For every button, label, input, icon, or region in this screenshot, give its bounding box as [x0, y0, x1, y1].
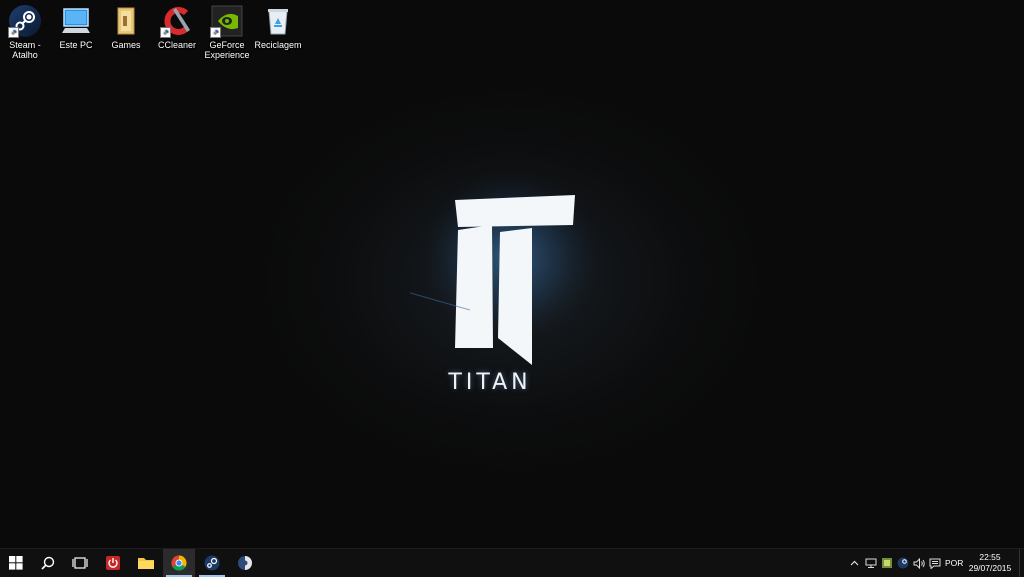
tray-network[interactable]: [864, 549, 878, 577]
shortcut-arrow-icon: ➚: [210, 27, 221, 38]
power-app-icon: [106, 556, 120, 570]
computer-icon: [59, 4, 93, 38]
desktop-icon-label: GeForce Experience: [204, 40, 250, 60]
chrome-icon: [171, 555, 187, 571]
nvidia-icon: ➚: [210, 4, 244, 38]
taskbar-app-chrome[interactable]: [163, 549, 195, 577]
steam-icon: ➚: [8, 4, 42, 38]
clock-time: 22:55: [979, 552, 1001, 562]
wallpaper-text: TITAN: [448, 370, 532, 395]
speaker-icon: [913, 557, 925, 569]
desktop-icon-label: CCleaner: [157, 40, 197, 50]
taskbar-app-power[interactable]: [97, 549, 129, 577]
input-language-indicator[interactable]: POR: [945, 549, 963, 577]
search-icon: [41, 556, 55, 570]
titan-logo-mark: [399, 170, 610, 365]
desktop-icon-label: Reciclagem: [254, 40, 302, 50]
desktop-icon-ccleaner[interactable]: ➚ CCleaner: [152, 2, 202, 50]
clock[interactable]: 22:55 29/07/2015: [966, 552, 1014, 574]
ccleaner-icon: ➚: [160, 4, 194, 38]
app-icon: [238, 556, 252, 570]
steam-icon: [204, 555, 220, 571]
tray-steam[interactable]: [896, 549, 910, 577]
windows-start-icon: [9, 556, 23, 570]
taskbar-app-file-explorer[interactable]: [130, 549, 162, 577]
desktop-icon-label: Este PC: [59, 40, 93, 50]
desktop-icon-label: Steam - Atalho: [9, 40, 41, 60]
taskbar: POR 22:55 29/07/2015: [0, 548, 1024, 577]
start-button[interactable]: [0, 549, 32, 577]
desktop-icon-games[interactable]: Games: [101, 2, 151, 50]
desktop-icon-este-pc[interactable]: Este PC: [51, 2, 101, 50]
steam-icon: [897, 557, 909, 569]
search-button[interactable]: [32, 549, 64, 577]
shortcut-arrow-icon: ➚: [160, 27, 171, 38]
desktop-icon-label: Games: [111, 40, 141, 50]
desktop-icon-reciclagem[interactable]: Reciclagem: [253, 2, 303, 50]
recycle-bin-icon: [261, 4, 295, 38]
gpu-monitor-icon: [882, 558, 892, 568]
show-desktop-button[interactable]: [1019, 549, 1024, 577]
task-view-icon: [72, 557, 88, 569]
desktop[interactable]: ➚ Steam - Atalho Este PC Games ➚ CCleane…: [0, 0, 1024, 548]
tray-volume[interactable]: [912, 549, 926, 577]
tray-overflow-button[interactable]: [848, 549, 860, 577]
desktop-icon-geforce-experience[interactable]: ➚ GeForce Experience: [202, 2, 252, 60]
network-icon: [865, 558, 877, 568]
chevron-up-icon: [850, 560, 858, 566]
shortcut-arrow-icon: ➚: [8, 27, 19, 38]
notification-icon: [929, 558, 941, 569]
folder-icon: [109, 4, 143, 38]
desktop-icon-steam[interactable]: ➚ Steam - Atalho: [0, 2, 50, 60]
file-explorer-icon: [138, 558, 154, 569]
tray-action-center[interactable]: [928, 549, 942, 577]
taskbar-app-steam[interactable]: [196, 549, 228, 577]
tray-gpu-app[interactable]: [880, 549, 894, 577]
task-view-button[interactable]: [64, 549, 96, 577]
titan-logo: TITAN: [399, 170, 620, 410]
taskbar-app-other[interactable]: [229, 549, 261, 577]
clock-date: 29/07/2015: [968, 563, 1012, 573]
